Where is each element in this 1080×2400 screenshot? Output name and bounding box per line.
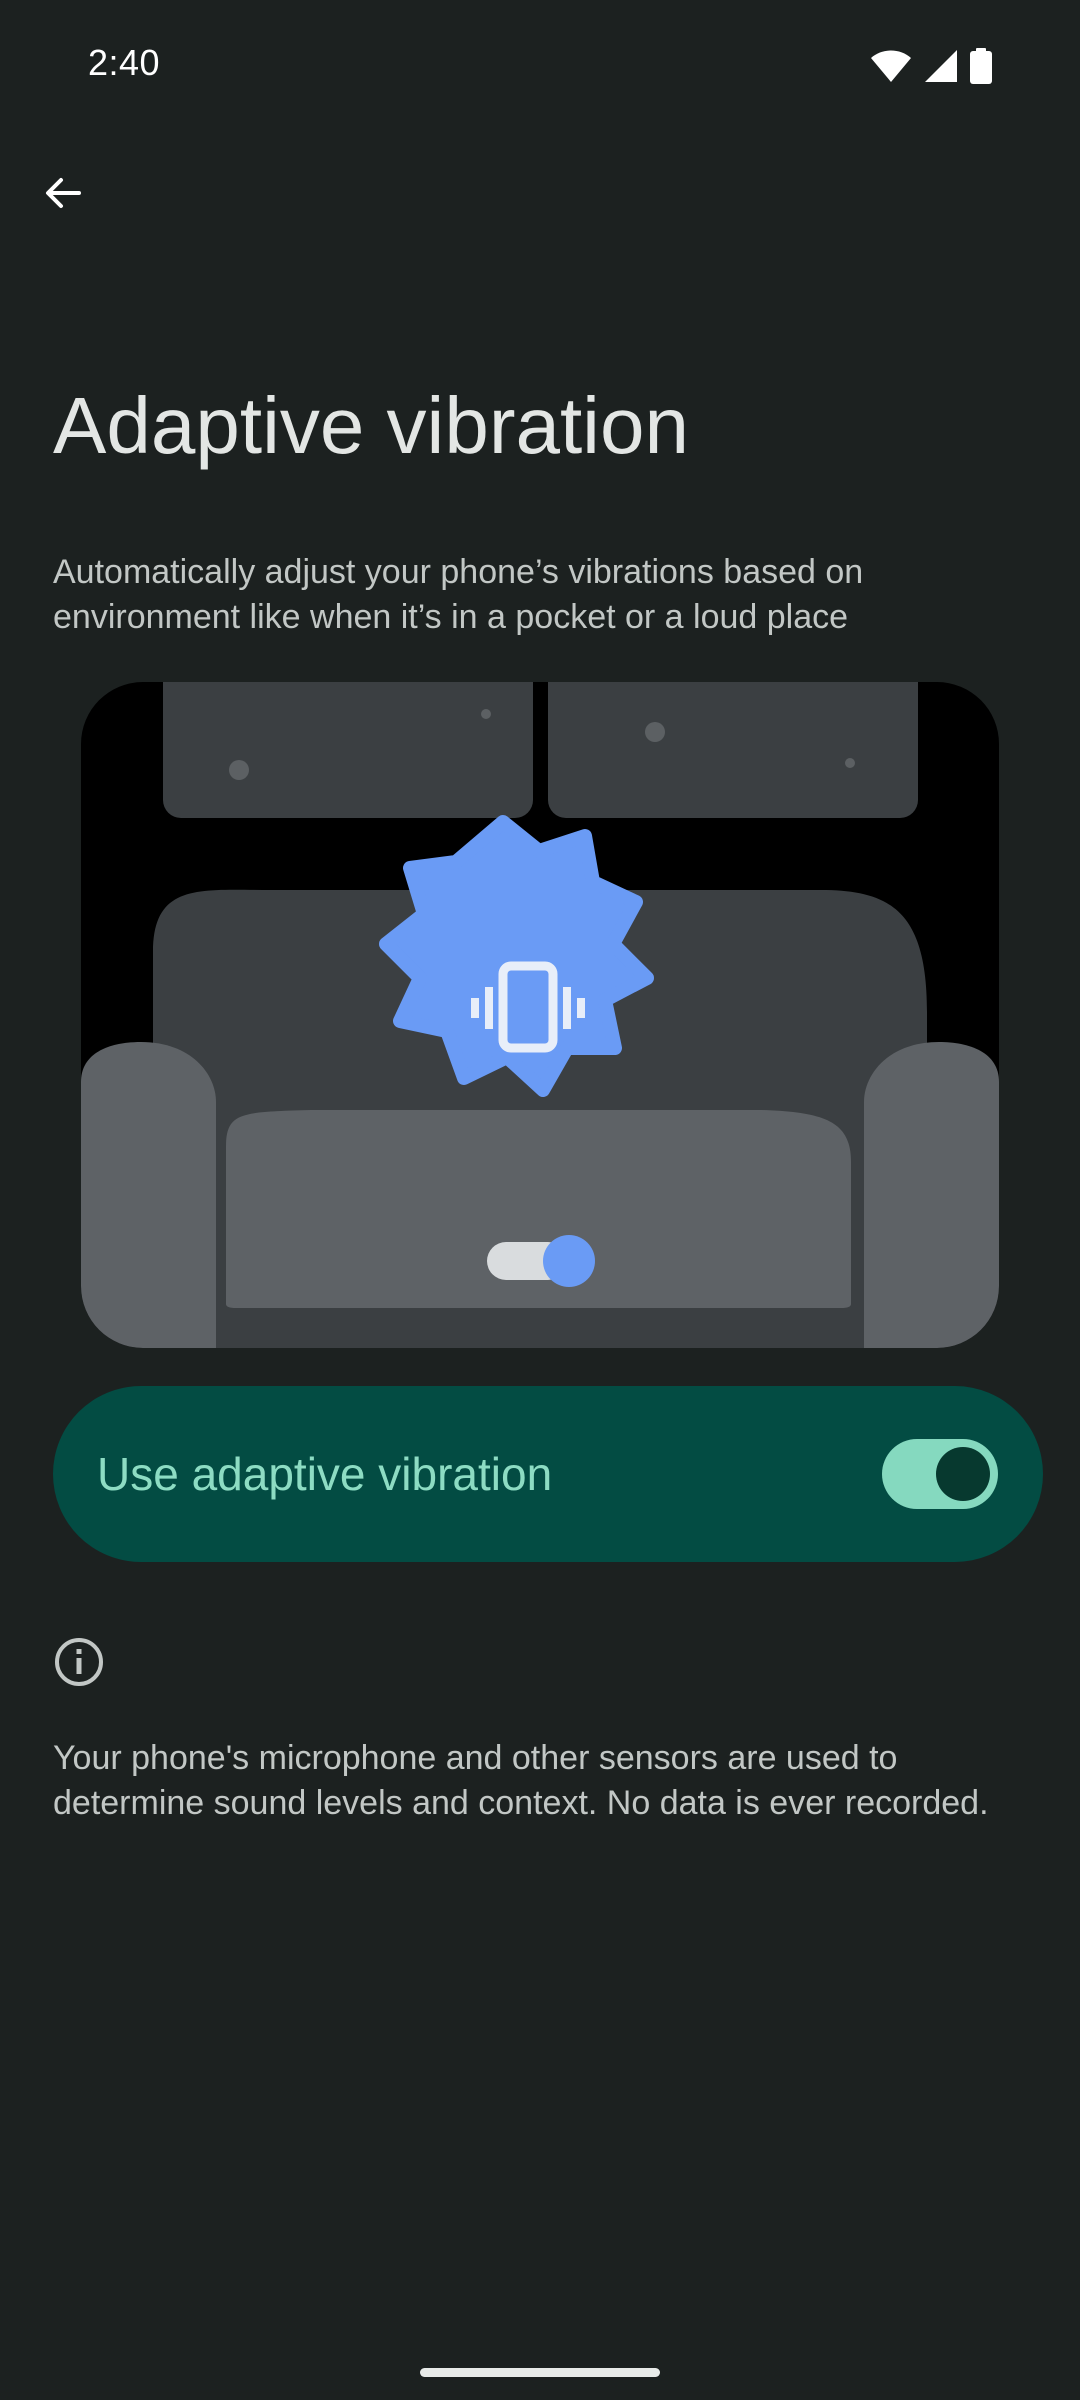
status-icons: [870, 48, 992, 89]
info-icon: [53, 1636, 105, 1688]
cellular-signal-icon: [924, 49, 958, 88]
arrow-back-icon: [46, 178, 81, 208]
back-button[interactable]: [28, 158, 98, 228]
page-description: Automatically adjust your phone’s vibrat…: [53, 553, 864, 636]
page-title: Adaptive vibration: [53, 381, 689, 470]
switch-thumb: [936, 1447, 990, 1501]
battery-icon: [970, 48, 992, 89]
home-indicator[interactable]: [420, 2368, 660, 2377]
status-bar: 2:40: [0, 0, 1080, 130]
use-adaptive-vibration-toggle[interactable]: Use adaptive vibration: [53, 1386, 1043, 1562]
toggle-label: Use adaptive vibration: [97, 1448, 553, 1500]
adaptive-vibration-switch[interactable]: [882, 1439, 998, 1509]
wifi-icon: [870, 49, 912, 88]
adaptive-vibration-screen: 2:40 Adaptive vibration Automatically ad…: [0, 0, 1080, 2400]
couch-vibration-illustration: [81, 682, 999, 1348]
info-text: Your phone's microphone and other sensor…: [53, 1739, 989, 1822]
status-time: 2:40: [88, 42, 161, 83]
